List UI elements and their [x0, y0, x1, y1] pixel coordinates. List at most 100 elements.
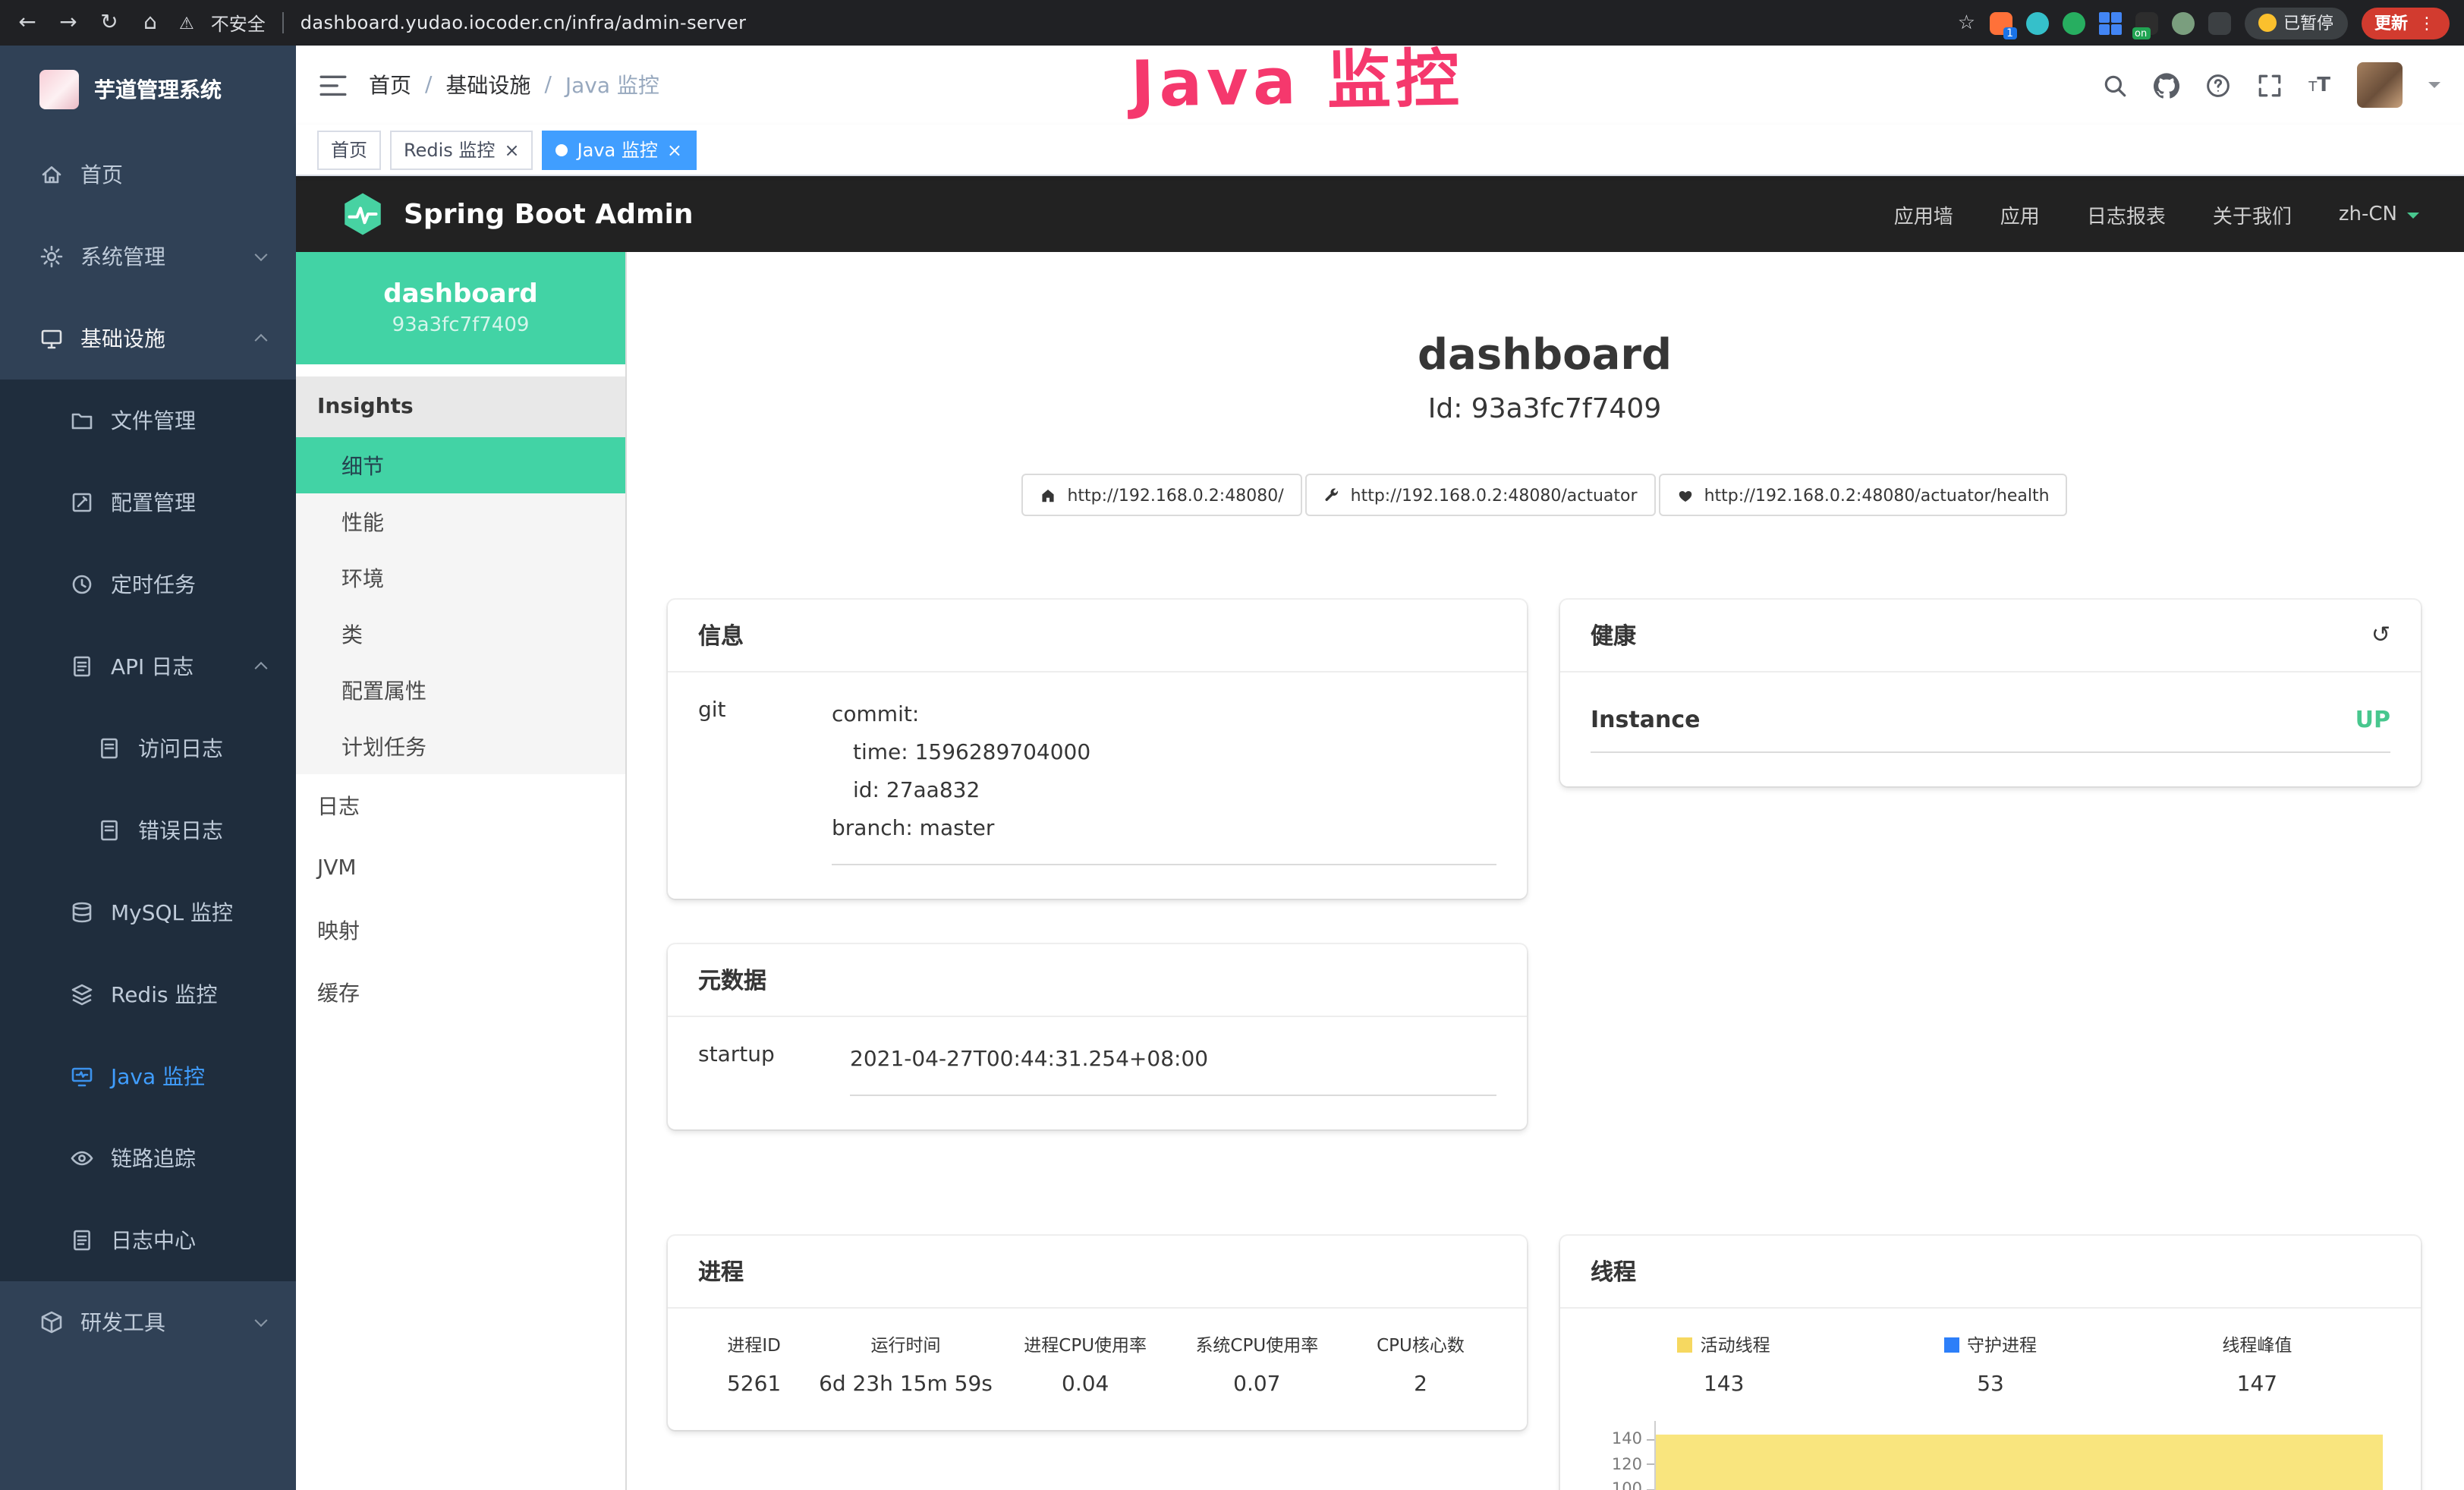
collapse-sidebar-icon[interactable] — [319, 73, 348, 97]
sba-nav: 应用墙 应用 日志报表 关于我们 zh-CN — [1894, 200, 2418, 228]
tab-java-monitor[interactable]: Java 监控 × — [543, 130, 696, 169]
history-icon[interactable]: ↺ — [2371, 624, 2390, 647]
locale-label: zh-CN — [2339, 203, 2397, 225]
profile-paused-chip[interactable]: 已暂停 — [2244, 7, 2347, 39]
forward-icon[interactable]: → — [56, 11, 80, 35]
sidebar-item-config-management[interactable]: 配置管理 — [0, 461, 296, 543]
extension-icon[interactable] — [2098, 11, 2121, 34]
page-title: dashboard — [668, 328, 2422, 383]
sba-item-mappings[interactable]: 映射 — [296, 899, 625, 961]
health-card: 健康 ↺ Instance UP — [1560, 600, 2421, 786]
breadcrumb-home[interactable]: 首页 — [369, 70, 411, 100]
extension-icon[interactable] — [2025, 11, 2048, 34]
github-icon[interactable] — [2154, 72, 2179, 98]
instance-header[interactable]: dashboard 93a3fc7f7409 — [296, 252, 625, 364]
refresh-icon[interactable]: ↻ — [97, 11, 121, 35]
status-badge: UP — [2355, 706, 2390, 733]
sidebar-item-mysql-monitor[interactable]: MySQL 监控 — [0, 871, 296, 953]
sidebar-item-label: 系统管理 — [80, 241, 165, 272]
sba-item-details[interactable]: 细节 — [296, 437, 625, 493]
sidebar-item-label: 首页 — [80, 159, 123, 190]
sba-nav-wallboard[interactable]: 应用墙 — [1894, 200, 1953, 228]
extension-badge: 1 — [2003, 27, 2016, 39]
user-avatar[interactable] — [2356, 62, 2402, 108]
sidebar-item-java-monitor[interactable]: Java 监控 — [0, 1035, 296, 1117]
tab-redis-monitor[interactable]: Redis 监控 × — [390, 130, 533, 169]
sidebar-item-log-center[interactable]: 日志中心 — [0, 1199, 296, 1281]
sidebar-item-tracing[interactable]: 链路追踪 — [0, 1117, 296, 1199]
tab-home[interactable]: 首页 — [317, 130, 381, 169]
sidebar-item-home[interactable]: 首页 — [0, 134, 296, 216]
sidebar-item-file-management[interactable]: 文件管理 — [0, 380, 296, 461]
app-title: 芋道管理系统 — [94, 74, 222, 105]
extension-icon[interactable] — [2062, 11, 2085, 34]
sba-nav-journal[interactable]: 日志报表 — [2087, 200, 2166, 228]
update-chrome-button[interactable]: 更新 ⋮ — [2361, 7, 2449, 39]
chevron-down-icon — [255, 248, 268, 261]
sidebar-item-infrastructure[interactable]: 基础设施 — [0, 298, 296, 380]
tab-label: Redis 监控 — [404, 137, 495, 162]
sba-nav-about[interactable]: 关于我们 — [2213, 200, 2292, 228]
sidebar-item-error-logs[interactable]: 错误日志 — [0, 789, 296, 871]
database-icon — [70, 900, 94, 925]
sidebar-item-label: 基础设施 — [80, 323, 165, 354]
actuator-url-button[interactable]: http://192.168.0.2:48080/actuator — [1305, 474, 1656, 516]
metadata-key: startup — [698, 1041, 850, 1096]
sidebar-item-label: 配置管理 — [111, 487, 196, 518]
bookmark-star-icon[interactable]: ☆ — [1958, 11, 1975, 34]
close-icon[interactable]: × — [504, 140, 519, 159]
java-monitor-icon — [70, 1064, 94, 1088]
extensions-puzzle-icon[interactable] — [2208, 11, 2230, 34]
service-url-button[interactable]: http://192.168.0.2:48080/ — [1021, 474, 1301, 516]
sba-item-classes[interactable]: 类 — [296, 606, 625, 662]
browser-menu-icon[interactable]: ⋮ — [2418, 13, 2435, 33]
endpoint-buttons: http://192.168.0.2:48080/ http://192.168… — [668, 474, 2422, 516]
sidebar-item-dev-tools[interactable]: 研发工具 — [0, 1281, 296, 1363]
metadata-card: 元数据 startup 2021-04-27T00:44:31.254+08:0… — [668, 944, 1527, 1129]
health-url-button[interactable]: http://192.168.0.2:48080/actuator/health — [1659, 474, 2068, 516]
sidebar-item-access-logs[interactable]: 访问日志 — [0, 707, 296, 789]
sidebar-submenu-infrastructure: 文件管理 配置管理 定时任务 API 日志 访问日志 — [0, 380, 296, 1281]
extension-icon[interactable]: 1 — [1989, 11, 2012, 34]
help-icon[interactable] — [2205, 72, 2231, 98]
back-icon[interactable]: ← — [15, 11, 39, 35]
font-size-icon[interactable]: TT — [2308, 74, 2330, 96]
breadcrumb-infrastructure[interactable]: 基础设施 — [445, 70, 530, 100]
endpoint-url: http://192.168.0.2:48080/ — [1067, 485, 1283, 505]
sba-nav-applications[interactable]: 应用 — [2000, 200, 2040, 228]
sidebar-item-label: 文件管理 — [111, 405, 196, 436]
search-icon[interactable] — [2102, 72, 2128, 98]
sba-item-logs[interactable]: 日志 — [296, 774, 625, 836]
sba-item-environment[interactable]: 环境 — [296, 550, 625, 606]
tab-label: 首页 — [331, 137, 367, 162]
spring-boot-admin-logo-icon — [340, 191, 385, 237]
extension-icon[interactable] — [2171, 11, 2194, 34]
address-url[interactable]: dashboard.yudao.iocoder.cn/infra/admin-s… — [301, 12, 747, 33]
app-logo: 芋道管理系统 — [0, 46, 296, 134]
legend-swatch-icon — [1944, 1337, 1959, 1353]
breadcrumb-current: Java 监控 — [565, 70, 659, 100]
clock-icon — [70, 572, 94, 597]
sidebar-item-redis-monitor[interactable]: Redis 监控 — [0, 953, 296, 1035]
fullscreen-icon[interactable] — [2257, 72, 2283, 98]
document-icon — [70, 654, 94, 679]
health-instance-row[interactable]: Instance UP — [1591, 697, 2390, 753]
locale-selector[interactable]: zh-CN — [2339, 203, 2418, 225]
sidebar-item-scheduled-jobs[interactable]: 定时任务 — [0, 543, 296, 625]
extension-icon[interactable]: on — [2135, 11, 2157, 34]
sba-item-metrics[interactable]: 性能 — [296, 493, 625, 550]
browser-home-icon[interactable]: ⌂ — [138, 11, 162, 35]
sidebar-item-system[interactable]: 系统管理 — [0, 216, 296, 298]
sba-item-caches[interactable]: 缓存 — [296, 961, 625, 1023]
sba-item-jvm[interactable]: JVM — [296, 836, 625, 899]
sba-item-config-props[interactable]: 配置属性 — [296, 662, 625, 718]
legend-swatch-icon — [1678, 1337, 1693, 1353]
security-label[interactable]: 不安全 — [211, 10, 266, 36]
breadcrumb-separator: / — [425, 73, 432, 97]
sidebar-item-api-logs[interactable]: API 日志 — [0, 625, 296, 707]
close-icon[interactable]: × — [667, 140, 682, 159]
sba-item-scheduled-tasks[interactable]: 计划任务 — [296, 718, 625, 774]
edit-icon — [70, 490, 94, 515]
sba-header: Spring Boot Admin 应用墙 应用 日志报表 关于我们 zh-CN — [296, 176, 2464, 252]
eye-icon — [70, 1146, 94, 1170]
